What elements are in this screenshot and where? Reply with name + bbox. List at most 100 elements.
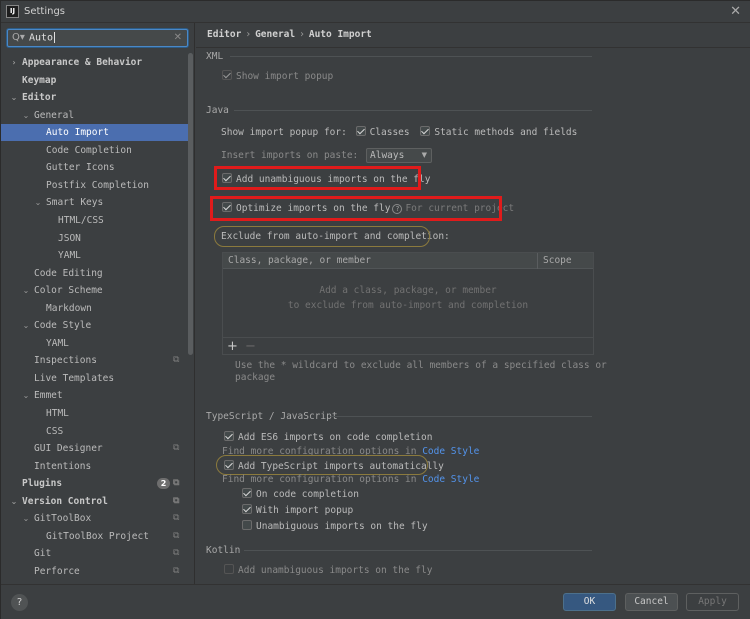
close-icon[interactable]: ✕ [730,4,741,19]
add-icon[interactable]: + [227,338,238,355]
unambiguous-row[interactable]: Unambiguous imports on the fly [242,520,428,532]
title-bar: IJ Settings ✕ [1,1,750,23]
sidebar-item[interactable]: ⌄ Code Style [1,317,193,334]
sidebar-item[interactable]: Keymap [1,72,193,89]
sidebar-item[interactable]: HTML/CSS [1,212,193,229]
chevron-down-icon[interactable]: ⌄ [21,510,31,527]
settings-window: IJ Settings ✕ Q▾ Auto ✕ › Appearance & Be… [0,0,750,619]
sidebar-item[interactable]: Postfix Completion [1,177,193,194]
sidebar-item[interactable]: ⌄ Smart Keys [1,194,193,211]
with-popup-row[interactable]: With import popup [242,504,353,516]
sidebar-item[interactable]: Gutter Icons [1,159,193,176]
sidebar-item[interactable]: › Appearance & Behavior [1,54,193,71]
sidebar-scrollbar[interactable] [188,53,193,355]
sidebar-item-label: Markdown [46,303,92,314]
cancel-button[interactable]: Cancel [625,593,678,611]
sidebar-item[interactable]: Inspections ⧉ [1,352,193,369]
add-es6-row[interactable]: Add ES6 imports on code completion [224,431,432,443]
add-es6-checkbox[interactable] [224,431,234,441]
sidebar-item-label: YAML [46,338,69,349]
sidebar-item[interactable]: ⌄ Version Control ⧉ [1,493,193,510]
classes-checkbox[interactable] [355,126,366,136]
on-completion-checkbox[interactable] [242,488,252,498]
sidebar-item[interactable]: JSON [1,230,193,247]
kotlin-unambiguous-checkbox[interactable] [224,564,234,574]
sidebar-item-label: Postfix Completion [46,180,149,191]
wildcard-hint-line-1: Use the * wildcard to exclude all member… [235,360,607,371]
sidebar-item[interactable]: Perforce ⧉ [1,563,193,580]
sidebar-item[interactable]: Auto Import [1,124,193,141]
sidebar-item[interactable]: GitToolBox Project ⧉ [1,528,193,545]
sidebar-item-label: Emmet [34,390,63,401]
sidebar-item[interactable]: Git ⧉ [1,545,193,562]
ok-button[interactable]: OK [563,593,616,611]
kotlin-unambiguous-label: Add unambiguous imports on the fly [238,565,433,576]
insert-on-paste-dropdown[interactable]: Always ▼ [366,148,433,163]
sidebar-item[interactable]: ⌄ Emmet [1,387,193,404]
sidebar-item[interactable]: HTML [1,405,193,422]
sidebar-item-label: Version Control [22,496,108,507]
sidebar-item[interactable]: GUI Designer ⧉ [1,440,193,457]
table-toolbar: + − [223,337,593,355]
exclude-table: Class, package, or member Scope Add a cl… [222,252,594,355]
sidebar-item-label: Smart Keys [46,197,104,208]
chevron-down-icon[interactable]: ⌄ [9,493,19,510]
sidebar-item-label: JSON [58,233,81,244]
sidebar-item-label: Perforce [34,566,80,577]
sidebar-item-label: Code Editing [34,268,103,279]
sidebar-item[interactable]: ⌄ Editor [1,89,193,106]
sidebar-item[interactable]: ⌄ General [1,107,193,124]
sidebar-item[interactable]: YAML [1,247,193,264]
sidebar-item[interactable]: YAML [1,335,193,352]
unambiguous-checkbox[interactable] [242,520,252,530]
chevron-down-icon[interactable]: ⌄ [9,89,19,106]
sidebar-item[interactable]: ⌄ Color Scheme [1,282,193,299]
code-style-link[interactable]: Code Style [422,474,479,485]
chevron-down-icon[interactable]: ⌄ [21,107,31,124]
sidebar-item[interactable]: Intentions [1,458,193,475]
chevron-down-icon[interactable]: ⌄ [21,282,31,299]
sidebar-item[interactable]: Markdown [1,300,193,317]
help-button[interactable]: ? [11,594,28,611]
xml-show-import-popup-row[interactable]: Show import popup [222,70,333,82]
divider [330,416,592,417]
java-show-popup-row: Show import popup for: Classes Static me… [221,126,577,138]
empty-text-line-1: Add a class, package, or member [319,285,497,296]
clear-search-icon[interactable]: ✕ [174,32,182,43]
chevron-down-icon[interactable]: ⌄ [33,194,43,211]
chevron-down-icon[interactable]: ⌄ [21,387,31,404]
sidebar-item[interactable]: ⌄ GitToolBox ⧉ [1,510,193,527]
column-header-scope[interactable]: Scope [543,253,572,269]
apply-button[interactable]: Apply [686,593,739,611]
sidebar-item-label: HTML/CSS [58,215,104,226]
text-caret [54,32,56,43]
sidebar-item[interactable]: Code Editing [1,265,193,282]
with-popup-checkbox[interactable] [242,504,252,514]
sidebar-item[interactable]: CSS [1,423,193,440]
search-input[interactable]: Q▾ Auto ✕ [7,29,188,47]
with-popup-label: With import popup [256,505,354,516]
sidebar-item-label: YAML [58,250,81,261]
remove-icon[interactable]: − [245,338,256,355]
add-es6-label: Add ES6 imports on code completion [238,432,433,443]
sidebar-item-label: General [34,110,75,121]
sidebar-item-label: Appearance & Behavior [22,57,143,68]
code-style-link[interactable]: Code Style [422,446,479,457]
on-completion-row[interactable]: On code completion [242,488,359,500]
chevron-down-icon[interactable]: ⌄ [21,317,31,334]
sidebar-item[interactable]: Code Completion [1,142,193,159]
chevron-right-icon[interactable]: › [9,54,19,71]
find-more-hint-2: Find more configuration options in Code … [222,474,479,485]
breadcrumb-editor[interactable]: Editor [207,29,241,40]
section-title-kotlin: Kotlin [206,545,241,556]
sidebar-item-label: Color Scheme [34,285,103,296]
breadcrumb-general[interactable]: General [255,29,295,40]
checkbox[interactable] [222,70,232,80]
sidebar-item[interactable]: Plugins 2 ⧉ [1,475,193,492]
sidebar-item[interactable]: Live Templates [1,370,193,387]
kotlin-unambiguous-row[interactable]: Add unambiguous imports on the fly [224,564,432,576]
column-header-class[interactable]: Class, package, or member [228,253,371,269]
find-more-text: Find more configuration options in [222,474,423,485]
static-methods-checkbox[interactable] [420,126,431,136]
breadcrumb-auto-import: Auto Import [308,29,372,40]
